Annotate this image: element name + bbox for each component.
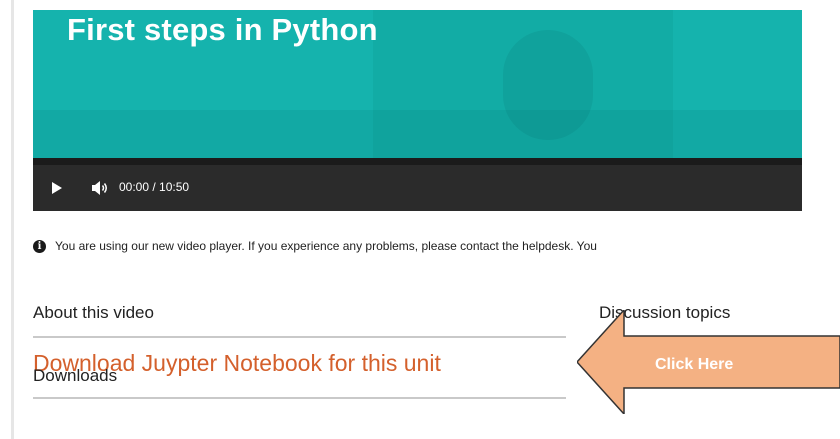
player-notice: i You are using our new video player. If… (33, 239, 597, 253)
left-border-rule (11, 0, 14, 439)
video-controls-bar: 00:00 / 10:50 (33, 165, 802, 211)
time-display: 00:00 / 10:50 (119, 180, 190, 194)
play-icon (52, 182, 62, 194)
volume-button[interactable] (87, 165, 115, 211)
volume-icon (92, 181, 107, 195)
divider (33, 336, 566, 338)
divider (33, 397, 566, 399)
about-video-heading: About this video (33, 303, 154, 322)
video-frame[interactable]: First steps in Python (33, 10, 802, 158)
video-title: First steps in Python (67, 12, 378, 47)
video-progress-bar[interactable] (33, 158, 802, 165)
video-player[interactable]: First steps in Python 00:00 / 10:50 (33, 10, 802, 211)
play-button[interactable] (45, 165, 69, 211)
downloads-label: Downloads (33, 366, 118, 385)
video-background-shape (33, 110, 802, 158)
notice-text: You are using our new video player. If y… (55, 239, 597, 253)
info-icon: i (33, 239, 46, 253)
callout-label: Click Here (655, 356, 734, 373)
